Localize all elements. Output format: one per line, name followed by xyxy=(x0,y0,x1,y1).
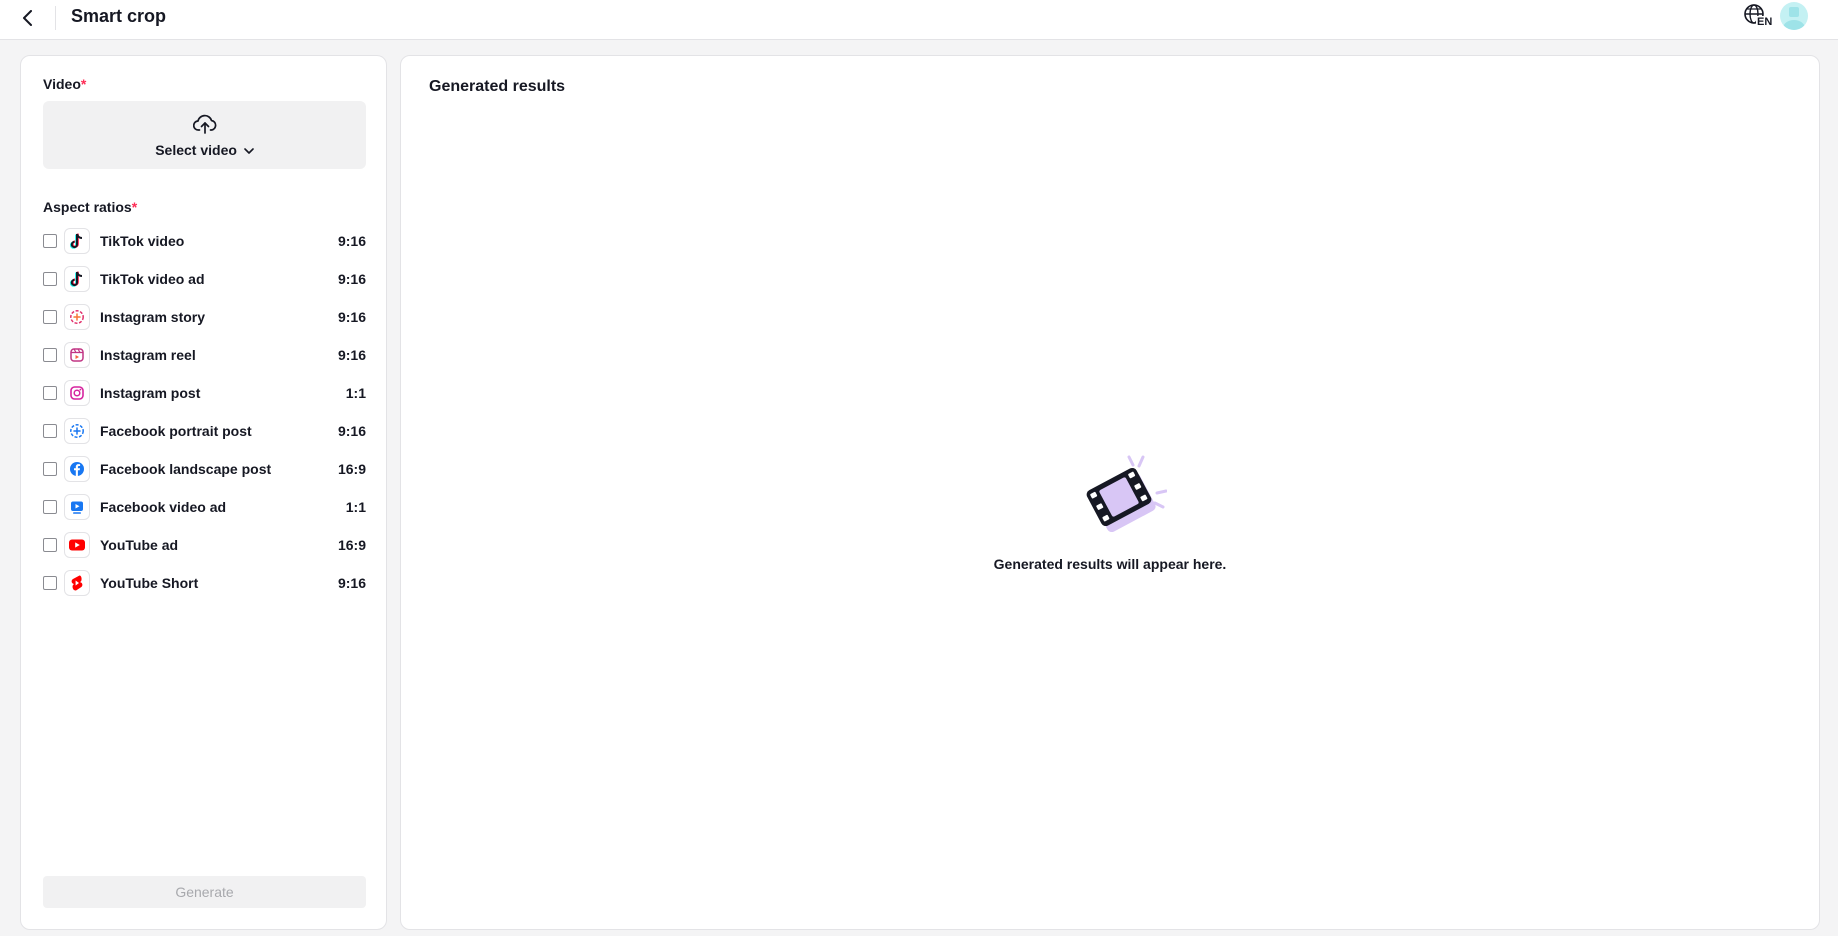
aspect-ratio-name: TikTok video ad xyxy=(100,271,205,287)
aspect-ratio-name: Facebook landscape post xyxy=(100,461,272,477)
aspect-ratio-value: 9:16 xyxy=(337,233,366,249)
aspect-ratio-row-instagram-story[interactable]: Instagram story 9:16 xyxy=(43,298,366,336)
select-video-button[interactable]: Select video xyxy=(43,142,366,158)
user-avatar-icon xyxy=(1783,7,1805,30)
cloud-upload-icon xyxy=(193,114,217,134)
aspect-ratio-value: 1:1 xyxy=(345,385,366,401)
generate-button[interactable]: Generate xyxy=(43,876,366,908)
video-label: Video* xyxy=(43,76,87,92)
instagram-icon xyxy=(70,386,84,400)
aspect-ratio-value: 9:16 xyxy=(337,309,366,325)
facebook-story-icon xyxy=(70,424,84,438)
language-code: EN xyxy=(1757,16,1773,28)
checkbox[interactable] xyxy=(43,462,57,476)
checkbox[interactable] xyxy=(43,424,57,438)
checkbox[interactable] xyxy=(43,272,57,286)
checkbox[interactable] xyxy=(43,348,57,362)
aspect-ratio-value: 9:16 xyxy=(337,575,366,591)
aspect-ratios-label: Aspect ratios* xyxy=(43,199,138,215)
chevron-left-icon xyxy=(23,10,32,26)
tiktok-icon xyxy=(70,271,83,287)
aspect-ratio-name: Instagram reel xyxy=(100,347,196,363)
aspect-ratio-row-facebook-portrait-post[interactable]: Facebook portrait post 9:16 xyxy=(43,412,366,450)
checkbox[interactable] xyxy=(43,538,57,552)
aspect-ratio-row-facebook-video-ad[interactable]: Facebook video ad 1:1 xyxy=(43,488,366,526)
header-divider xyxy=(55,6,56,30)
aspect-ratio-row-instagram-post[interactable]: Instagram post 1:1 xyxy=(43,374,366,412)
select-video-dropzone[interactable]: Select video xyxy=(43,101,366,169)
aspect-ratio-row-facebook-landscape-post[interactable]: Facebook landscape post 16:9 xyxy=(43,450,366,488)
instagram-story-icon xyxy=(70,310,84,324)
aspect-ratio-value: 9:16 xyxy=(337,347,366,363)
checkbox[interactable] xyxy=(43,500,57,514)
facebook-icon xyxy=(70,462,84,476)
aspect-ratio-name: Facebook portrait post xyxy=(100,423,252,439)
checkbox[interactable] xyxy=(43,576,57,590)
page-title: Smart crop xyxy=(71,6,167,26)
aspect-ratio-row-youtube-short[interactable]: YouTube Short 9:16 xyxy=(43,564,366,602)
empty-state-message: Generated results will appear here. xyxy=(993,556,1227,572)
results-panel: Generated results Generated results will… xyxy=(400,55,1820,930)
aspect-ratio-name: YouTube Short xyxy=(100,575,199,591)
aspect-ratio-row-tiktok-video-ad[interactable]: TikTok video ad 9:16 xyxy=(43,260,366,298)
aspect-ratio-row-instagram-reel[interactable]: Instagram reel 9:16 xyxy=(43,336,366,374)
checkbox[interactable] xyxy=(43,386,57,400)
aspect-ratio-name: Instagram post xyxy=(100,385,201,401)
aspect-ratio-name: TikTok video xyxy=(100,233,185,249)
aspect-ratio-row-youtube-ad[interactable]: YouTube ad 16:9 xyxy=(43,526,366,564)
youtube-icon xyxy=(69,539,85,551)
settings-panel: Video* Select video Aspect ratios* TikTo… xyxy=(20,55,387,930)
facebook-video-icon xyxy=(71,501,83,514)
aspect-ratio-value: 9:16 xyxy=(337,271,366,287)
film-reel-icon xyxy=(1086,455,1167,533)
required-mark: * xyxy=(80,76,87,92)
results-title: Generated results xyxy=(429,78,566,95)
aspect-ratio-row-tiktok-video[interactable]: TikTok video 9:16 xyxy=(43,222,366,260)
youtube-shorts-icon xyxy=(71,575,83,591)
aspect-ratio-name: Facebook video ad xyxy=(100,499,227,515)
aspect-ratio-value: 16:9 xyxy=(337,461,366,477)
checkbox[interactable] xyxy=(43,310,57,324)
aspect-ratio-value: 1:1 xyxy=(345,499,366,515)
aspect-ratio-value: 9:16 xyxy=(337,423,366,439)
language-button[interactable]: EN xyxy=(1742,2,1772,32)
back-button[interactable] xyxy=(14,4,42,32)
aspect-ratio-name: YouTube ad xyxy=(100,537,179,553)
tiktok-icon xyxy=(70,233,83,249)
checkbox[interactable] xyxy=(43,234,57,248)
instagram-reel-icon xyxy=(70,348,84,362)
aspect-ratio-name: Instagram story xyxy=(100,309,206,325)
chevron-down-icon xyxy=(243,148,254,155)
aspect-ratio-value: 16:9 xyxy=(337,537,366,553)
top-bar: Smart crop EN xyxy=(0,0,1838,40)
required-mark: * xyxy=(131,199,138,215)
avatar[interactable] xyxy=(1780,2,1808,30)
aspect-ratio-list: TikTok video 9:16 TikTok video ad 9:16 I… xyxy=(43,228,366,602)
